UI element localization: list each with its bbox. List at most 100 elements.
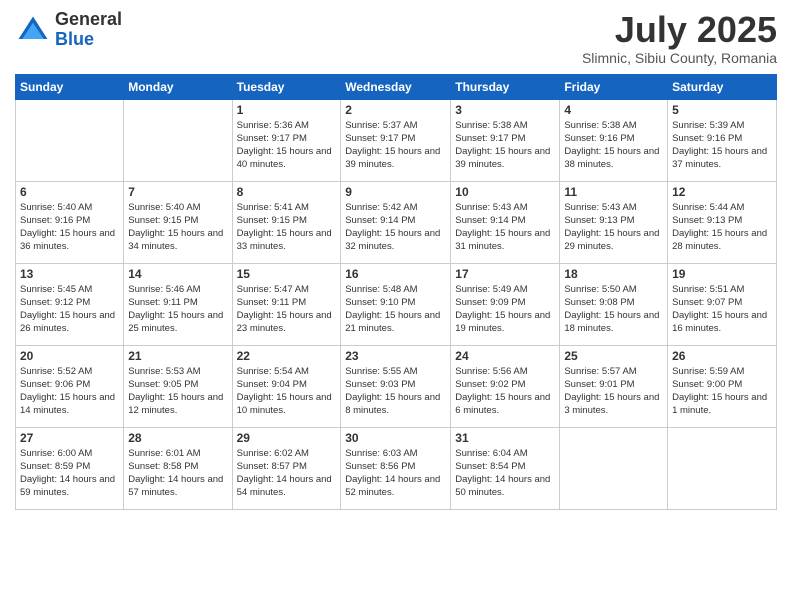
day-number: 20 <box>20 349 119 363</box>
day-number: 10 <box>455 185 555 199</box>
day-cell-1-3: 9Sunrise: 5:42 AMSunset: 9:14 PMDaylight… <box>341 181 451 263</box>
day-info: Sunrise: 5:43 AMSunset: 9:14 PMDaylight:… <box>455 201 555 254</box>
day-info: Sunrise: 5:41 AMSunset: 9:15 PMDaylight:… <box>237 201 337 254</box>
day-info: Sunrise: 6:03 AMSunset: 8:56 PMDaylight:… <box>345 447 446 500</box>
month-title: July 2025 <box>582 10 777 50</box>
day-cell-2-2: 15 Sunrise: 5:47 AMSunset: 9:11 PMDayligh… <box>232 263 341 345</box>
day-cell-0-1 <box>124 99 232 181</box>
day-info: Sunrise: 6:04 AMSunset: 8:54 PMDaylight:… <box>455 447 555 500</box>
day-cell-2-6: 19 Sunrise: 5:51 AMSunset: 9:07 PMDayligh… <box>668 263 777 345</box>
day-info: Sunrise: 5:56 AMSunset: 9:02 PMDaylight:… <box>455 365 555 418</box>
week-row-2: 13Sunrise: 5:45 AMSunset: 9:12 PMDayligh… <box>16 263 777 345</box>
day-number: 7 <box>128 185 227 199</box>
logo-general: General <box>55 9 122 29</box>
day-cell-2-1: 14Sunrise: 5:46 AMSunset: 9:11 PMDayligh… <box>124 263 232 345</box>
day-number: 19 <box>672 267 772 281</box>
header-thursday: Thursday <box>451 74 560 99</box>
title-block: July 2025 Slimnic, Sibiu County, Romania <box>582 10 777 66</box>
logo-blue: Blue <box>55 29 94 49</box>
day-number: 28 <box>128 431 227 445</box>
day-number: 2 <box>345 103 446 117</box>
day-number: 24 <box>455 349 555 363</box>
day-info: Sunrise: 5:49 AMSunset: 9:09 PMDaylight:… <box>455 283 555 336</box>
day-info: Sunrise: 5:46 AMSunset: 9:11 PMDaylight:… <box>128 283 227 336</box>
day-number: 27 <box>20 431 119 445</box>
day-info: Sunrise: 5:37 AMSunset: 9:17 PMDaylight:… <box>345 119 446 172</box>
day-number: 25 <box>564 349 663 363</box>
day-info: Sunrise: 5:40 AMSunset: 9:15 PMDaylight:… <box>128 201 227 254</box>
day-cell-0-2: 1Sunrise: 5:36 AMSunset: 9:17 PMDaylight… <box>232 99 341 181</box>
day-info: Sunrise: 5:55 AMSunset: 9:03 PMDaylight:… <box>345 365 446 418</box>
day-cell-4-3: 30 Sunrise: 6:03 AMSunset: 8:56 PMDayligh… <box>341 427 451 509</box>
day-number: 23 <box>345 349 446 363</box>
day-info: Sunrise: 5:47 AMSunset: 9:11 PMDaylight:… <box>237 283 337 336</box>
day-cell-3-4: 24 Sunrise: 5:56 AMSunset: 9:02 PMDayligh… <box>451 345 560 427</box>
header-row: General Blue July 2025 Slimnic, Sibiu Co… <box>15 10 777 66</box>
day-number: 21 <box>128 349 227 363</box>
logo-icon <box>15 12 51 48</box>
day-info: Sunrise: 5:53 AMSunset: 9:05 PMDaylight:… <box>128 365 227 418</box>
day-number: 6 <box>20 185 119 199</box>
day-info: Sunrise: 6:01 AMSunset: 8:58 PMDaylight:… <box>128 447 227 500</box>
day-info: Sunrise: 5:45 AMSunset: 9:12 PMDaylight:… <box>20 283 119 336</box>
day-number: 18 <box>564 267 663 281</box>
day-cell-4-2: 29 Sunrise: 6:02 AMSunset: 8:57 PMDayligh… <box>232 427 341 509</box>
day-info: Sunrise: 5:54 AMSunset: 9:04 PMDaylight:… <box>237 365 337 418</box>
header-wednesday: Wednesday <box>341 74 451 99</box>
day-cell-3-5: 25Sunrise: 5:57 AMSunset: 9:01 PMDayligh… <box>560 345 668 427</box>
day-number: 1 <box>237 103 337 117</box>
day-number: 5 <box>672 103 772 117</box>
week-row-4: 27 Sunrise: 6:00 AMSunset: 8:59 PMDayligh… <box>16 427 777 509</box>
day-info: Sunrise: 6:00 AMSunset: 8:59 PMDaylight:… <box>20 447 119 500</box>
logo-text: General Blue <box>55 10 122 50</box>
day-cell-2-3: 16 Sunrise: 5:48 AMSunset: 9:10 PMDayligh… <box>341 263 451 345</box>
day-info: Sunrise: 5:38 AMSunset: 9:17 PMDaylight:… <box>455 119 555 172</box>
day-cell-0-0 <box>16 99 124 181</box>
day-number: 26 <box>672 349 772 363</box>
day-number: 29 <box>237 431 337 445</box>
day-cell-1-2: 8 Sunrise: 5:41 AMSunset: 9:15 PMDaylight… <box>232 181 341 263</box>
logo: General Blue <box>15 10 122 50</box>
day-cell-0-5: 4Sunrise: 5:38 AMSunset: 9:16 PMDaylight… <box>560 99 668 181</box>
day-info: Sunrise: 5:38 AMSunset: 9:16 PMDaylight:… <box>564 119 663 172</box>
week-row-1: 6Sunrise: 5:40 AMSunset: 9:16 PMDaylight… <box>16 181 777 263</box>
day-cell-0-6: 5Sunrise: 5:39 AMSunset: 9:16 PMDaylight… <box>668 99 777 181</box>
day-number: 15 <box>237 267 337 281</box>
day-cell-2-5: 18 Sunrise: 5:50 AMSunset: 9:08 PMDayligh… <box>560 263 668 345</box>
day-info: Sunrise: 5:51 AMSunset: 9:07 PMDaylight:… <box>672 283 772 336</box>
calendar-table: Sunday Monday Tuesday Wednesday Thursday… <box>15 74 777 510</box>
day-number: 17 <box>455 267 555 281</box>
day-cell-0-4: 3Sunrise: 5:38 AMSunset: 9:17 PMDaylight… <box>451 99 560 181</box>
day-number: 16 <box>345 267 446 281</box>
day-info: Sunrise: 5:44 AMSunset: 9:13 PMDaylight:… <box>672 201 772 254</box>
day-cell-3-1: 21 Sunrise: 5:53 AMSunset: 9:05 PMDayligh… <box>124 345 232 427</box>
day-cell-3-6: 26Sunrise: 5:59 AMSunset: 9:00 PMDayligh… <box>668 345 777 427</box>
day-number: 9 <box>345 185 446 199</box>
day-cell-3-2: 22 Sunrise: 5:54 AMSunset: 9:04 PMDayligh… <box>232 345 341 427</box>
day-number: 22 <box>237 349 337 363</box>
day-cell-3-3: 23 Sunrise: 5:55 AMSunset: 9:03 PMDayligh… <box>341 345 451 427</box>
day-cell-1-0: 6Sunrise: 5:40 AMSunset: 9:16 PMDaylight… <box>16 181 124 263</box>
day-number: 12 <box>672 185 772 199</box>
day-cell-1-4: 10 Sunrise: 5:43 AMSunset: 9:14 PMDayligh… <box>451 181 560 263</box>
day-cell-4-1: 28 Sunrise: 6:01 AMSunset: 8:58 PMDayligh… <box>124 427 232 509</box>
day-info: Sunrise: 5:43 AMSunset: 9:13 PMDaylight:… <box>564 201 663 254</box>
day-number: 11 <box>564 185 663 199</box>
day-cell-4-4: 31 Sunrise: 6:04 AMSunset: 8:54 PMDayligh… <box>451 427 560 509</box>
week-row-3: 20Sunrise: 5:52 AMSunset: 9:06 PMDayligh… <box>16 345 777 427</box>
weekday-header-row: Sunday Monday Tuesday Wednesday Thursday… <box>16 74 777 99</box>
day-cell-2-4: 17 Sunrise: 5:49 AMSunset: 9:09 PMDayligh… <box>451 263 560 345</box>
day-info: Sunrise: 5:50 AMSunset: 9:08 PMDaylight:… <box>564 283 663 336</box>
day-info: Sunrise: 6:02 AMSunset: 8:57 PMDaylight:… <box>237 447 337 500</box>
day-info: Sunrise: 5:48 AMSunset: 9:10 PMDaylight:… <box>345 283 446 336</box>
day-cell-0-3: 2 Sunrise: 5:37 AMSunset: 9:17 PMDaylight… <box>341 99 451 181</box>
day-number: 30 <box>345 431 446 445</box>
day-cell-2-0: 13Sunrise: 5:45 AMSunset: 9:12 PMDayligh… <box>16 263 124 345</box>
page: General Blue July 2025 Slimnic, Sibiu Co… <box>0 0 792 612</box>
day-cell-1-1: 7 Sunrise: 5:40 AMSunset: 9:15 PMDaylight… <box>124 181 232 263</box>
day-number: 8 <box>237 185 337 199</box>
day-cell-1-5: 11 Sunrise: 5:43 AMSunset: 9:13 PMDayligh… <box>560 181 668 263</box>
day-number: 31 <box>455 431 555 445</box>
header-sunday: Sunday <box>16 74 124 99</box>
header-monday: Monday <box>124 74 232 99</box>
